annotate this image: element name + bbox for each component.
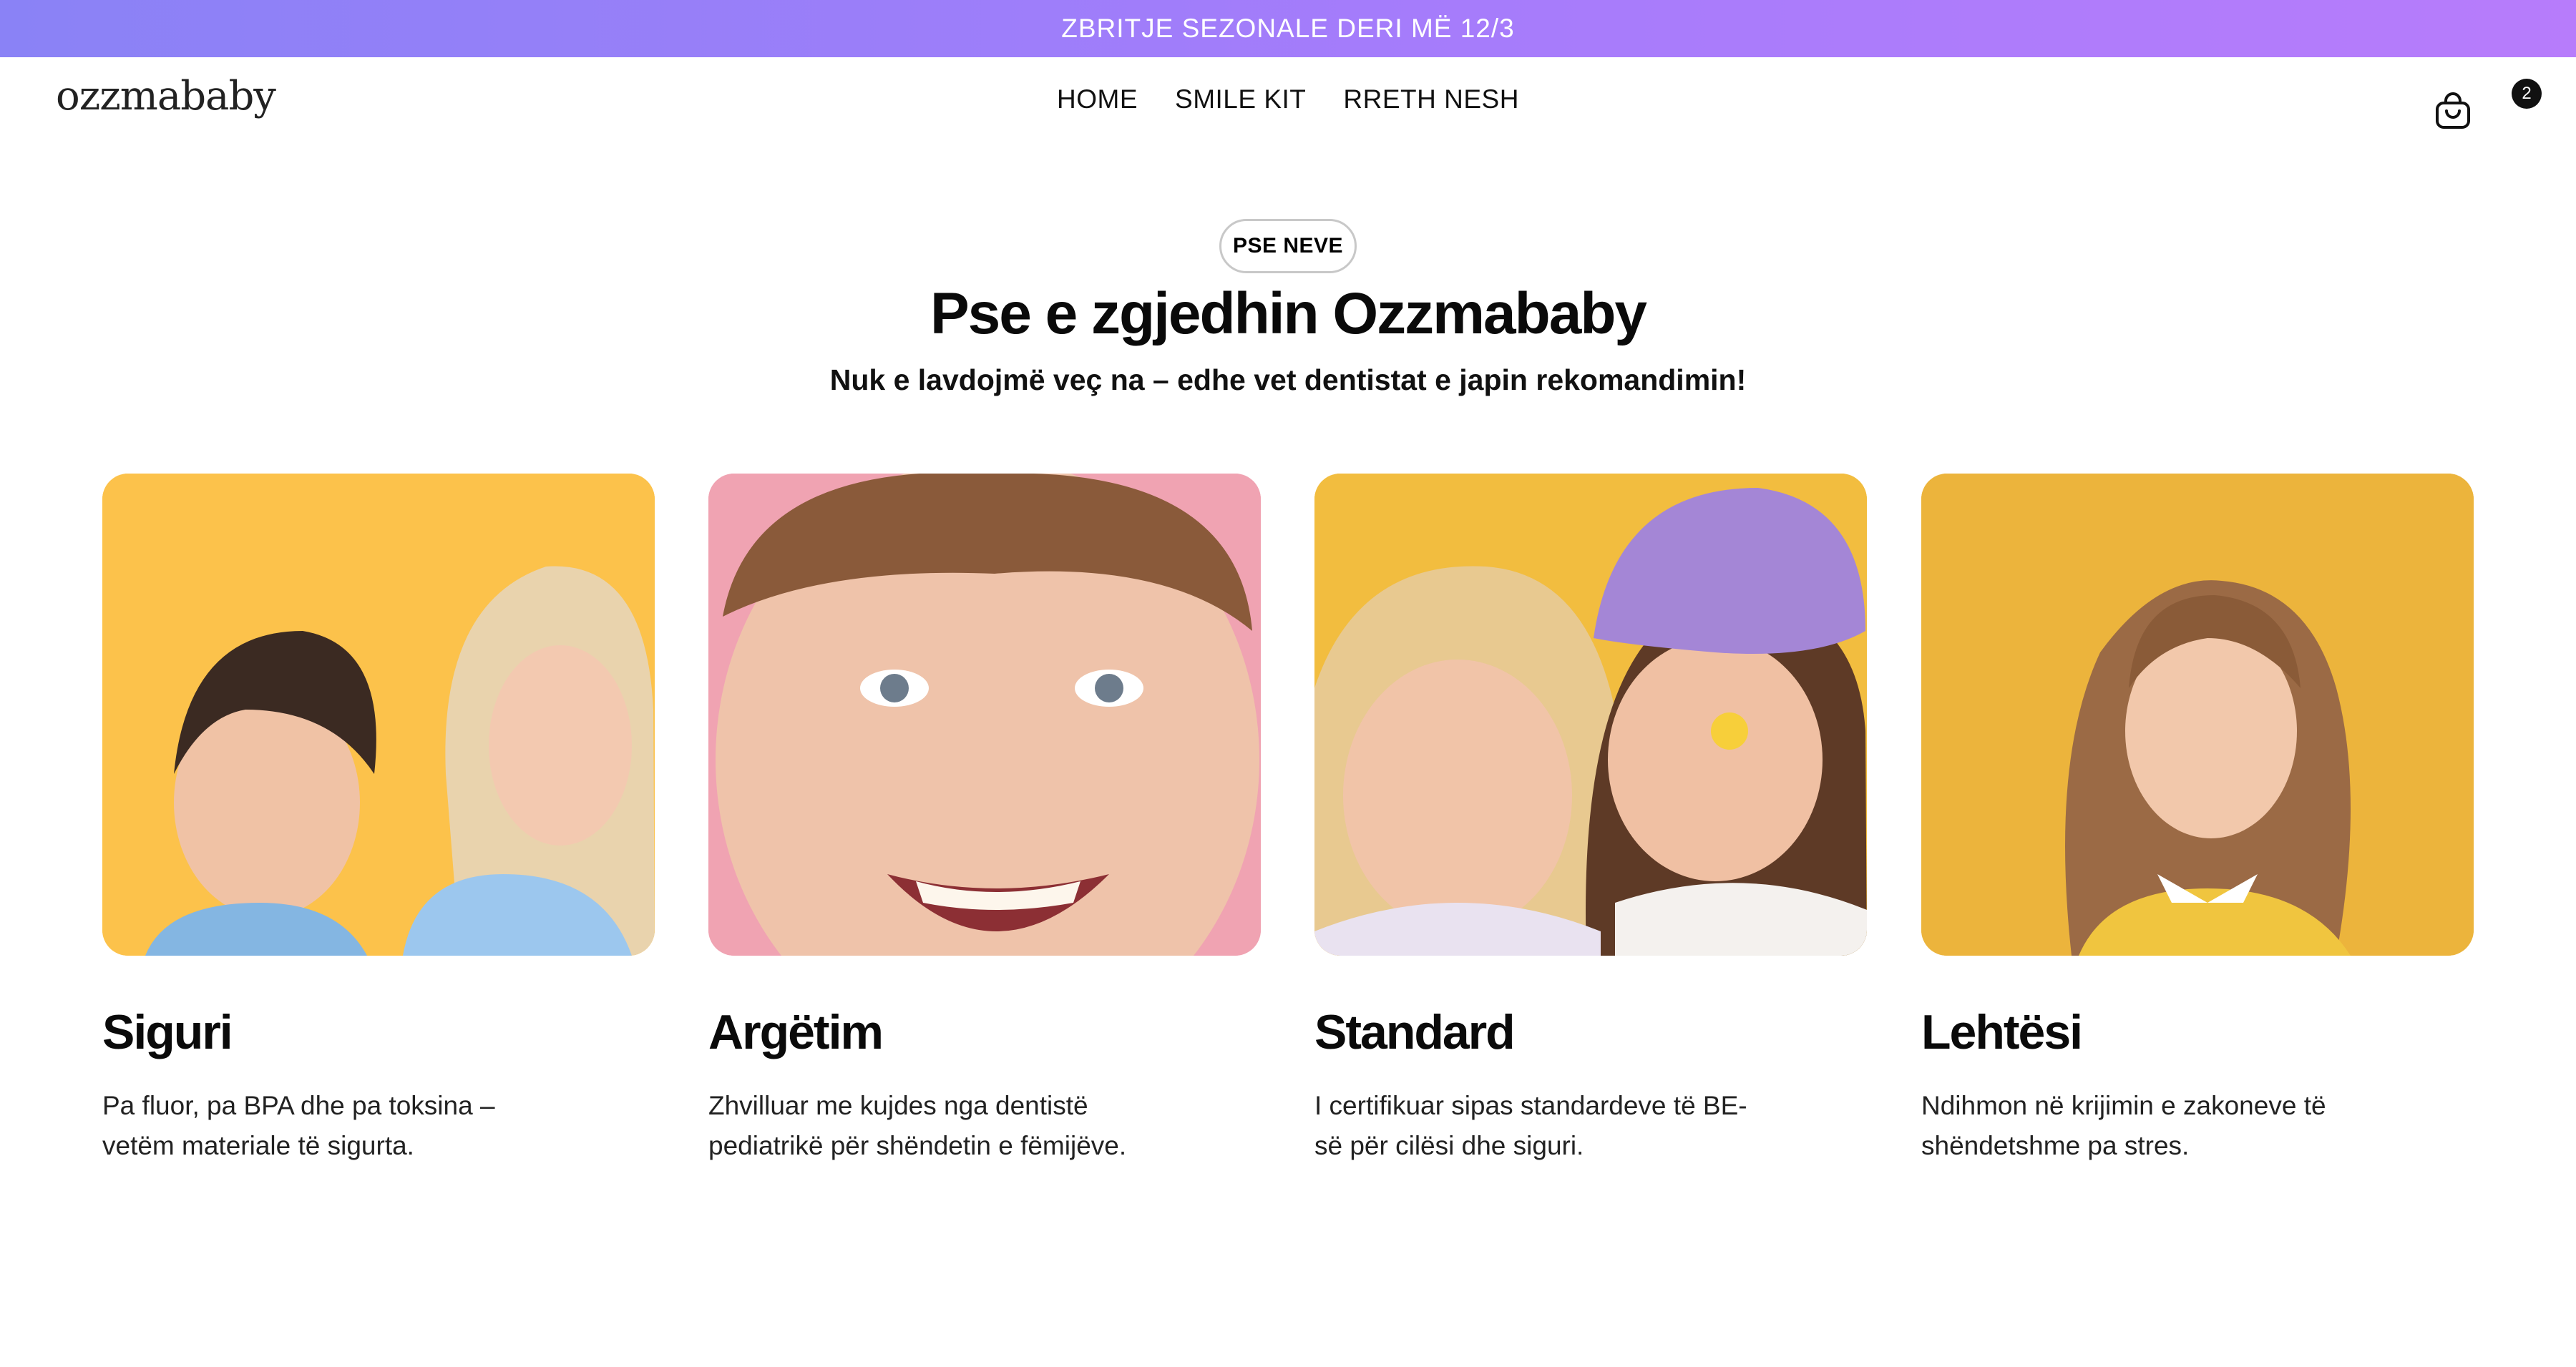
feature-image xyxy=(1921,474,2474,956)
section-subtitle: Nuk e lavdojmë veç na – edhe vet dentist… xyxy=(829,363,1747,396)
site-header: ozzmababy HOME SMILE KIT RRETH NESH xyxy=(0,57,2576,143)
feature-text: Ndihmon në krijimin e zakoneve të shënde… xyxy=(1921,1091,2326,1160)
shopping-bag-icon xyxy=(2436,92,2470,129)
feature-image xyxy=(1314,474,1867,956)
section-title: Pse e zgjedhin Ozzmababy xyxy=(930,281,1647,346)
feature-card-siguri: Siguri Pa fluor, pa BPA dhe pa toksina –… xyxy=(102,474,655,1166)
feature-image xyxy=(708,474,1261,956)
feature-card-standard: Standard I certifikuar sipas standardeve… xyxy=(1314,474,1867,1166)
main-nav: HOME SMILE KIT RRETH NESH xyxy=(0,84,2576,114)
feature-text: Zhvilluar me kujdes nga dentistë pediatr… xyxy=(708,1091,1127,1160)
nav-home[interactable]: HOME xyxy=(1057,84,1138,114)
feature-card-argetim: Argëtim Zhvilluar me kujdes nga dentistë… xyxy=(708,474,1261,1166)
nav-rreth-nesh[interactable]: RRETH NESH xyxy=(1343,84,1519,114)
cart-count-badge: 2 xyxy=(2512,79,2542,109)
feature-title: Argëtim xyxy=(708,1005,884,1059)
feature-image xyxy=(102,474,655,956)
feature-text: I certifikuar sipas standardeve të BE-së… xyxy=(1314,1091,1747,1160)
feature-card-lehtesi: Lehtësi Ndihmon në krijimin e zakoneve t… xyxy=(1921,474,2474,1166)
promo-banner: ZBRITJE SEZONALE DERI MË 12/3 xyxy=(0,0,2576,57)
section-tag: PSE NEVE xyxy=(1219,219,1357,273)
feature-text: Pa fluor, pa BPA dhe pa toksina – vetëm … xyxy=(102,1091,495,1160)
promo-text: ZBRITJE SEZONALE DERI MË 12/3 xyxy=(1061,14,1515,43)
cart-button[interactable] xyxy=(2433,92,2473,132)
nav-smile-kit[interactable]: SMILE KIT xyxy=(1175,84,1306,114)
feature-title: Lehtësi xyxy=(1921,1005,2083,1059)
feature-title: Standard xyxy=(1314,1005,1516,1059)
feature-title: Siguri xyxy=(102,1005,233,1059)
